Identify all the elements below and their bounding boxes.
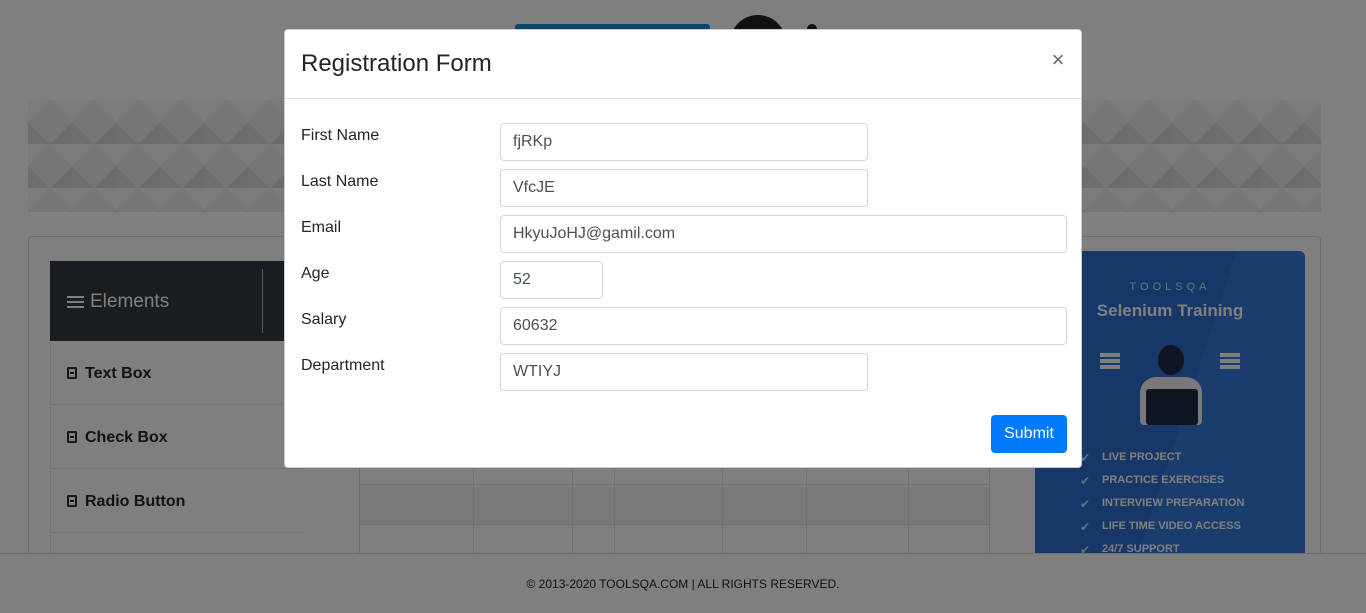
age-label: Age	[301, 265, 330, 282]
modal-title: Registration Form	[301, 50, 492, 77]
salary-label: Salary	[301, 311, 347, 328]
modal-header: Registration Form ×	[285, 30, 1081, 99]
email-input[interactable]	[500, 215, 1067, 253]
registration-modal: Registration Form × First Name Last Name…	[284, 29, 1082, 468]
last-name-input[interactable]	[500, 169, 868, 207]
salary-input[interactable]	[500, 307, 1067, 345]
first-name-input[interactable]	[500, 123, 868, 161]
age-input[interactable]	[500, 261, 603, 299]
last-name-label: Last Name	[301, 173, 379, 190]
email-label: Email	[301, 219, 342, 236]
close-icon[interactable]: ×	[1047, 48, 1069, 72]
first-name-label: First Name	[301, 127, 380, 144]
department-label: Department	[301, 357, 385, 374]
department-input[interactable]	[500, 353, 868, 391]
submit-button[interactable]: Submit	[991, 415, 1067, 453]
